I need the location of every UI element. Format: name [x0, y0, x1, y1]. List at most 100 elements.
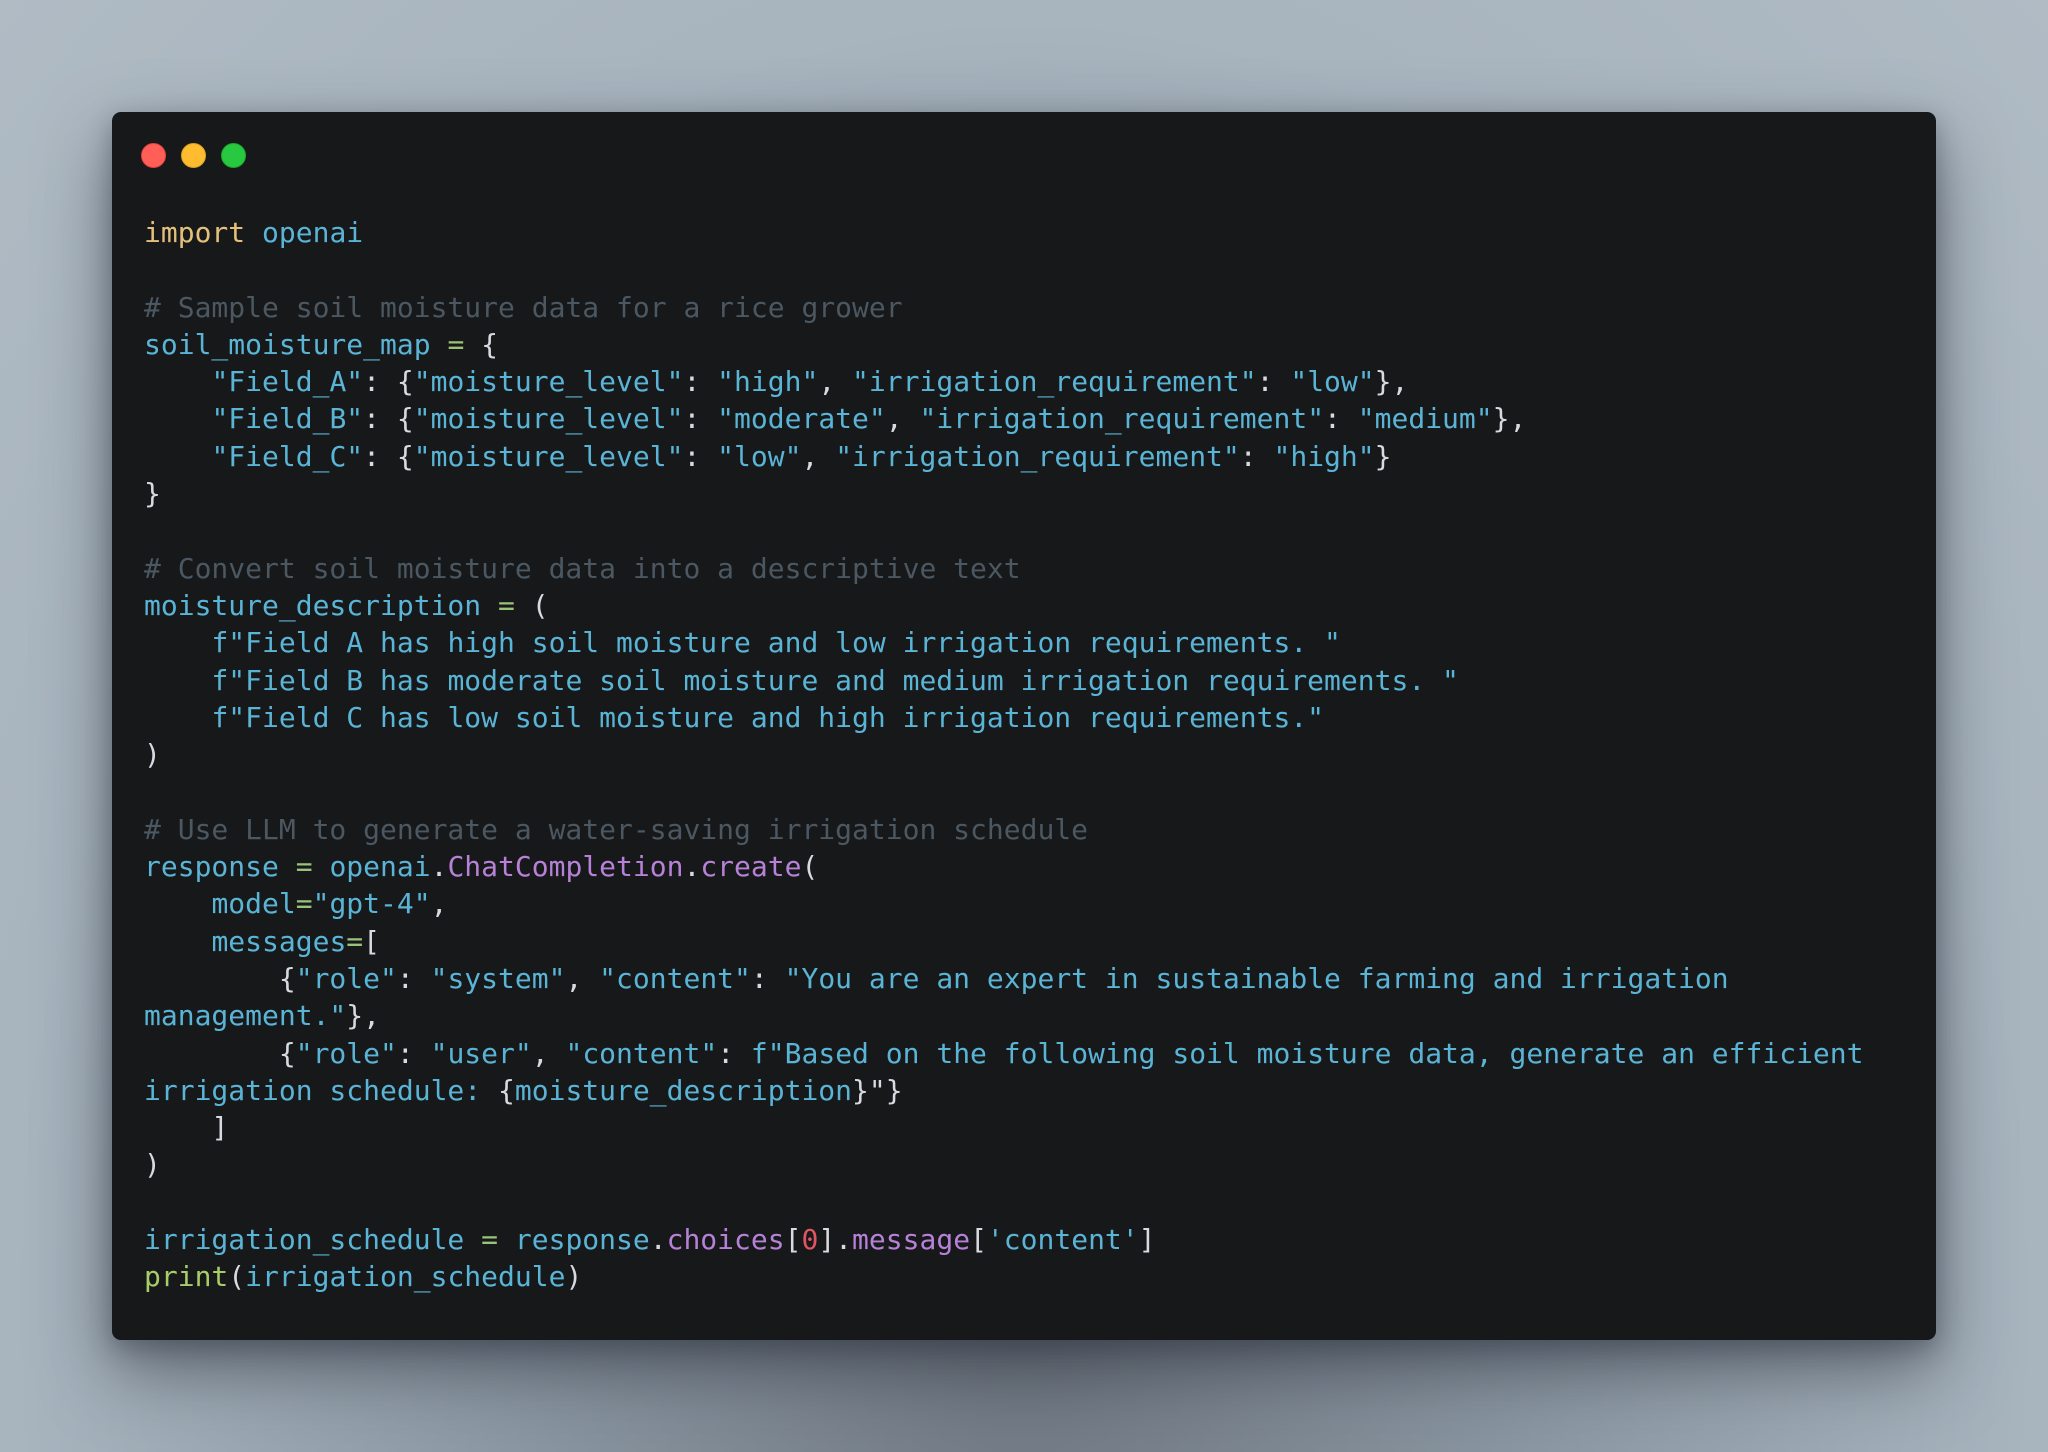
string-token: "low" — [717, 439, 802, 473]
punctuation-token: ) — [144, 1148, 161, 1182]
punctuation-token: : — [396, 961, 431, 995]
punctuation-token: } — [1374, 439, 1392, 473]
punctuation-token: { — [481, 327, 499, 361]
code-line: } — [144, 475, 1864, 512]
punctuation-token: ( — [228, 1260, 246, 1294]
punctuation-token: , — [531, 1036, 566, 1070]
code-line: management."}, — [144, 997, 1864, 1034]
identifier-token: model — [211, 887, 296, 921]
maximize-button[interactable] — [221, 143, 246, 168]
punctuation-token: }"} — [852, 1073, 903, 1107]
operator-token: = — [447, 327, 465, 361]
punctuation-token: : — [750, 961, 785, 995]
string-token: "Field_C" — [211, 439, 364, 473]
operator-token: = — [295, 887, 313, 921]
string-token: "irrigation_requirement" — [919, 402, 1325, 436]
punctuation-token: , — [430, 887, 448, 921]
string-token: f"Field B has moderate soil moisture and… — [211, 663, 1459, 697]
punctuation-token: . — [430, 850, 448, 884]
code-line: # Convert soil moisture data into a desc… — [144, 550, 1864, 587]
code-line: soil_moisture_map = { — [144, 326, 1864, 363]
punctuation-token: { — [278, 1036, 296, 1070]
operator-token: = — [481, 1223, 499, 1257]
punctuation-token: ( — [531, 588, 549, 622]
string-token: "moisture_level" — [413, 365, 684, 399]
string-token: f"Field A has high soil moisture and low… — [211, 626, 1341, 660]
code-line: response = openai.ChatCompletion.create( — [144, 848, 1864, 885]
operator-token: = — [346, 924, 364, 958]
code-line: messages=[ — [144, 923, 1864, 960]
string-token: 'content' — [986, 1223, 1139, 1257]
keyword-token: import — [144, 216, 246, 249]
string-token: "medium" — [1357, 402, 1493, 436]
identifier-token: soil_moisture_map — [144, 327, 431, 361]
punctuation-token: : — [683, 402, 718, 436]
punctuation-token: : — [1324, 402, 1358, 436]
punctuation-token: }, — [346, 999, 381, 1033]
punctuation-token: . — [649, 1223, 667, 1257]
punctuation-token: : — [396, 1036, 431, 1070]
code-line: irrigation_schedule = response.choices[0… — [144, 1221, 1864, 1258]
identifier-token: messages — [211, 924, 347, 958]
window-controls — [141, 143, 246, 168]
identifier-token: moisture_description — [144, 588, 482, 622]
string-token: "moisture_level" — [413, 402, 684, 436]
code-line: moisture_description = ( — [144, 587, 1864, 624]
code-line: import openai — [144, 214, 1864, 251]
comment-token: # Sample soil moisture data for a rice g… — [144, 290, 903, 324]
string-token: management." — [144, 999, 347, 1033]
string-token: "Field_A" — [211, 365, 364, 399]
punctuation-token: [ — [363, 924, 381, 958]
code-line: irrigation schedule: {moisture_descripti… — [144, 1072, 1864, 1109]
punctuation-token: ] — [211, 1111, 229, 1145]
punctuation-token: , — [818, 365, 853, 399]
punctuation-token: }, — [1492, 402, 1527, 436]
punctuation-token: : — [683, 365, 718, 399]
code-line: "Field_A": {"moisture_level": "high", "i… — [144, 363, 1864, 400]
identifier-token: moisture_description — [514, 1073, 853, 1107]
punctuation-token: [ — [970, 1223, 987, 1257]
attribute-token: message — [852, 1223, 971, 1257]
operator-token: = — [498, 588, 515, 622]
attribute-token: choices — [666, 1223, 785, 1257]
punctuation-token: ]. — [818, 1223, 853, 1257]
string-token: "You are an expert in sustainable farmin… — [784, 961, 1729, 995]
identifier-token: openai — [262, 216, 364, 249]
attribute-token: ChatCompletion — [447, 850, 684, 884]
punctuation-token: { — [278, 961, 296, 995]
code-line: f"Field B has moderate soil moisture and… — [144, 662, 1864, 699]
string-token: "role" — [295, 1036, 397, 1070]
string-token: irrigation schedule: — [144, 1073, 499, 1107]
minimize-button[interactable] — [181, 143, 206, 168]
identifier-token: response — [144, 850, 279, 884]
code-line: model="gpt-4", — [144, 885, 1864, 922]
code-line: {"role": "user", "content": f"Based on t… — [144, 1035, 1864, 1072]
string-token: "moisture_level" — [413, 439, 684, 473]
code-line: print(irrigation_schedule) — [144, 1258, 1864, 1295]
close-button[interactable] — [141, 143, 166, 168]
string-token: "content" — [599, 961, 751, 995]
punctuation-token: . — [683, 850, 701, 884]
string-token: "irrigation_requirement" — [852, 365, 1257, 399]
string-token: f"Based on the following soil moisture d… — [750, 1036, 1864, 1070]
punctuation-token: [ — [784, 1223, 802, 1257]
punctuation-token: , — [801, 439, 836, 473]
punctuation-token: : { — [363, 365, 414, 399]
attribute-token: create — [700, 850, 802, 884]
string-token: "high" — [717, 365, 819, 399]
